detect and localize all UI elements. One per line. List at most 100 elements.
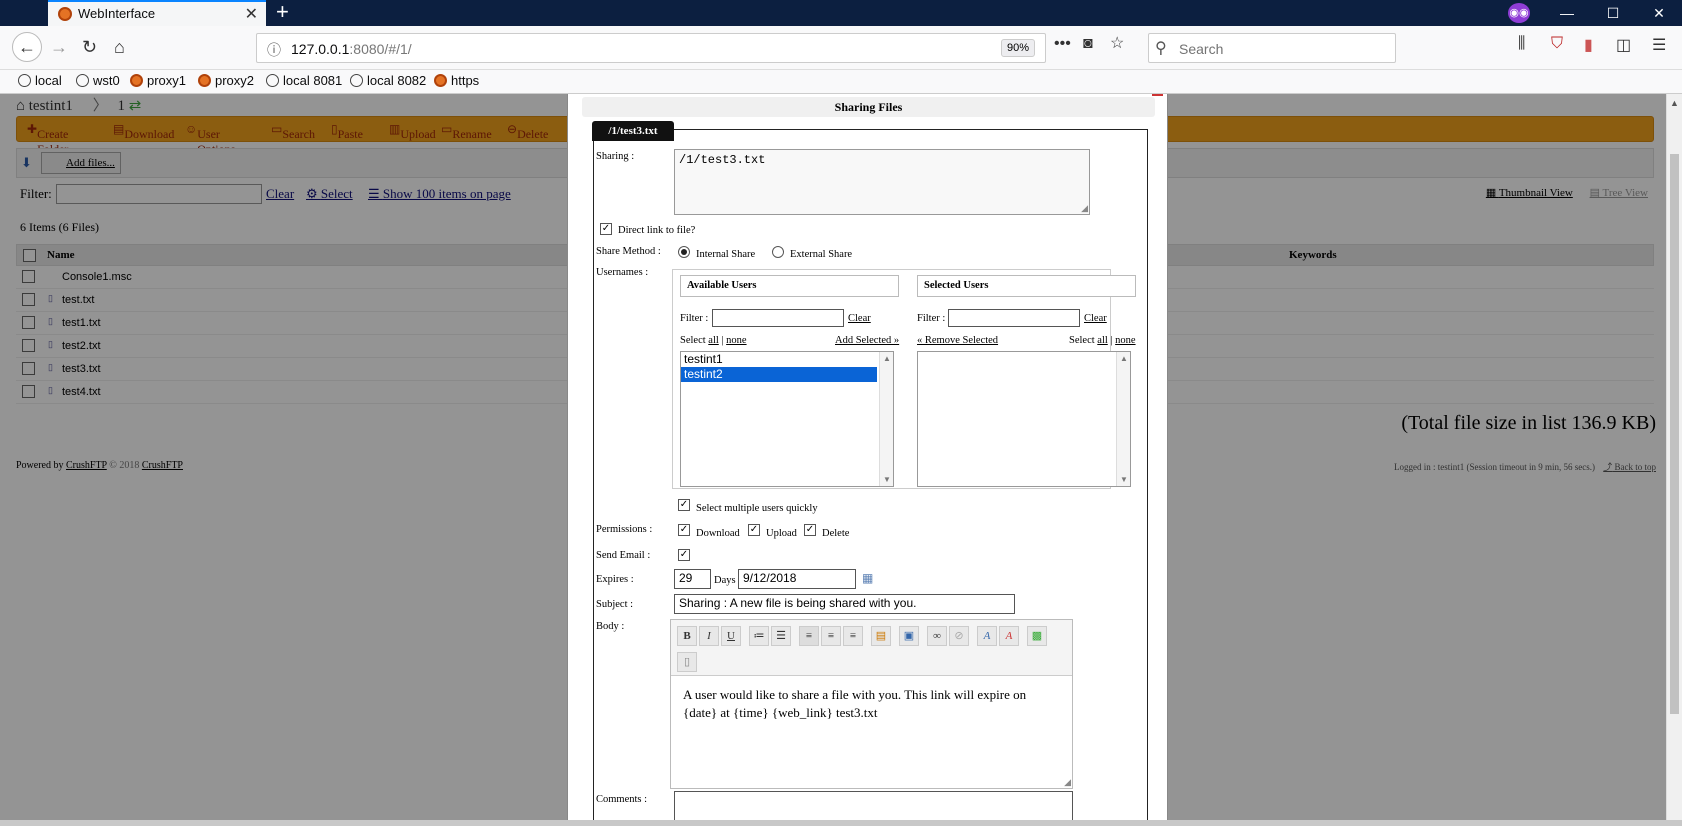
page-scrollbar[interactable]: ▲ xyxy=(1666,94,1682,826)
upload-permission-checkbox[interactable]: ✓ xyxy=(748,524,760,536)
library-icon[interactable]: ⫼ xyxy=(1518,35,1525,53)
forward-icon[interactable]: → xyxy=(50,37,68,58)
add-selected-link[interactable]: Add Selected » xyxy=(835,335,899,346)
font-color-icon[interactable]: A xyxy=(977,626,997,646)
select-none-link[interactable]: none xyxy=(1115,335,1135,346)
select-none-link[interactable]: none xyxy=(726,335,746,346)
selected-select-row: Select all | none xyxy=(1069,335,1136,346)
home-icon[interactable]: ⌂ xyxy=(114,37,125,58)
align-center-icon[interactable]: ≡ xyxy=(821,626,841,646)
horizontal-scrollbar[interactable] xyxy=(0,820,1682,826)
italic-icon[interactable]: I xyxy=(699,626,719,646)
table-icon[interactable]: ▤ xyxy=(871,626,891,646)
unlink-icon[interactable]: ⊘ xyxy=(949,626,969,646)
bold-icon[interactable]: B xyxy=(677,626,697,646)
list-item[interactable]: testint1 xyxy=(681,352,893,367)
maximize-icon[interactable]: ☐ xyxy=(1590,0,1636,26)
page-actions-icon[interactable]: ••• xyxy=(1054,35,1071,53)
selected-filter-input[interactable] xyxy=(948,309,1080,327)
info-icon[interactable]: ⓘ xyxy=(267,40,281,60)
direct-link-label: Direct link to file? xyxy=(618,225,696,236)
bookmark-proxy2[interactable]: proxy2 xyxy=(198,73,254,88)
extension-icon[interactable]: ▮ xyxy=(1584,35,1593,55)
selected-filter-label: Filter : xyxy=(917,313,946,324)
list-scrollbar[interactable]: ▲ ▼ xyxy=(879,352,893,486)
url-text: 127.0.0.1:8080/#/1/ xyxy=(291,41,412,57)
download-permission-checkbox[interactable]: ✓ xyxy=(678,524,690,536)
select-multiple-checkbox[interactable]: ✓ xyxy=(678,499,690,511)
bookmark-local[interactable]: local xyxy=(18,73,62,88)
comments-label: Comments : xyxy=(596,794,648,805)
bookmark-local-8082[interactable]: local 8082 xyxy=(350,73,426,88)
bookmark-star-icon[interactable]: ☆ xyxy=(1110,33,1124,53)
body-text[interactable]: A user would like to share a file with y… xyxy=(683,686,1053,722)
url-bar[interactable]: ⓘ 127.0.0.1:8080/#/1/ 90% xyxy=(256,33,1046,63)
remove-selected-link[interactable]: « Remove Selected xyxy=(917,335,998,346)
close-window-icon[interactable]: ✕ xyxy=(1636,0,1682,26)
align-right-icon[interactable]: ≡ xyxy=(843,626,863,646)
reload-icon[interactable]: ↻ xyxy=(82,37,97,58)
available-filter-label: Filter : xyxy=(680,313,709,324)
bookmark-proxy1[interactable]: proxy1 xyxy=(130,73,186,88)
search-box[interactable]: ⚲ Search xyxy=(1148,33,1396,63)
external-share-radio[interactable] xyxy=(772,246,784,258)
delete-permission-checkbox[interactable]: ✓ xyxy=(804,524,816,536)
scroll-thumb[interactable] xyxy=(1670,154,1679,714)
background-color-icon[interactable]: A xyxy=(999,626,1019,646)
unordered-list-icon[interactable]: ☰ xyxy=(771,626,791,646)
list-item[interactable]: testint2 xyxy=(681,367,877,382)
source-icon[interactable]: ▯ xyxy=(677,652,697,672)
subject-input[interactable]: Sharing : A new file is being shared wit… xyxy=(674,594,1015,614)
available-users-list[interactable]: testint1 testint2 ▲ ▼ xyxy=(680,351,894,487)
minimize-icon[interactable]: — xyxy=(1544,0,1590,26)
resize-grip-icon[interactable]: ◢ xyxy=(1064,777,1071,788)
select-all-link[interactable]: all xyxy=(708,335,719,346)
tab-title: WebInterface xyxy=(78,6,156,21)
new-tab-icon[interactable]: + xyxy=(276,0,289,24)
crushftp-icon xyxy=(434,74,447,87)
send-email-label: Send Email : xyxy=(596,550,651,561)
usernames-label: Usernames : xyxy=(596,267,649,278)
resize-grip-icon[interactable]: ◢ xyxy=(1081,203,1088,214)
scroll-up-icon[interactable]: ▲ xyxy=(1670,98,1679,108)
browser-tab[interactable]: WebInterface ✕ xyxy=(48,0,266,26)
external-share-label: External Share xyxy=(790,249,853,260)
expires-date-input[interactable]: 9/12/2018 xyxy=(738,569,856,589)
underline-icon[interactable]: U xyxy=(721,626,741,646)
selected-users-list[interactable]: ▲ ▼ xyxy=(917,351,1131,487)
globe-icon xyxy=(18,74,31,87)
pocket-icon[interactable]: ◙ xyxy=(1083,35,1093,53)
send-email-checkbox[interactable]: ✓ xyxy=(678,549,690,561)
share-method-label: Share Method : xyxy=(596,246,661,257)
available-filter-input[interactable] xyxy=(712,309,844,327)
ublock-icon[interactable]: ⛉ xyxy=(1551,35,1563,53)
menu-icon[interactable]: ☰ xyxy=(1652,35,1666,55)
direct-link-checkbox[interactable]: ✓ xyxy=(600,223,612,235)
sharing-textarea[interactable]: /1/test3.txt ◢ xyxy=(674,149,1090,215)
upload-permission-label: Upload xyxy=(766,528,797,539)
selected-clear-link[interactable]: Clear xyxy=(1084,313,1107,324)
list-scrollbar[interactable]: ▲ ▼ xyxy=(1116,352,1130,486)
zoom-indicator[interactable]: 90% xyxy=(1000,39,1035,57)
bookmark-wst0[interactable]: wst0 xyxy=(76,73,120,88)
fullscreen-icon[interactable]: ▩ xyxy=(1027,626,1047,646)
expires-days-input[interactable]: 29 xyxy=(674,569,711,589)
available-clear-link[interactable]: Clear xyxy=(848,313,871,324)
sidebar-icon[interactable]: ◫ xyxy=(1616,35,1631,55)
align-left-icon[interactable]: ≡ xyxy=(799,626,819,646)
ordered-list-icon[interactable]: ≔ xyxy=(749,626,769,646)
close-dialog-icon[interactable]: ▬ xyxy=(1152,94,1163,99)
link-icon[interactable]: ∞ xyxy=(927,626,947,646)
sharing-label: Sharing : xyxy=(596,151,635,162)
back-icon[interactable]: ← xyxy=(12,32,42,62)
select-all-link[interactable]: all xyxy=(1097,335,1108,346)
bookmark-local-8081[interactable]: local 8081 xyxy=(266,73,342,88)
close-tab-icon[interactable]: ✕ xyxy=(245,4,258,24)
path-tab[interactable]: /1/test3.txt xyxy=(592,121,674,141)
calendar-icon[interactable]: ▦ xyxy=(862,571,873,586)
internal-share-radio[interactable] xyxy=(678,246,690,258)
bookmark-https[interactable]: https xyxy=(434,73,479,88)
search-input[interactable]: Search xyxy=(1179,41,1223,57)
bookmarks-bar: local wst0 proxy1 proxy2 local 8081 loca… xyxy=(0,70,1682,94)
image-icon[interactable]: ▣ xyxy=(899,626,919,646)
